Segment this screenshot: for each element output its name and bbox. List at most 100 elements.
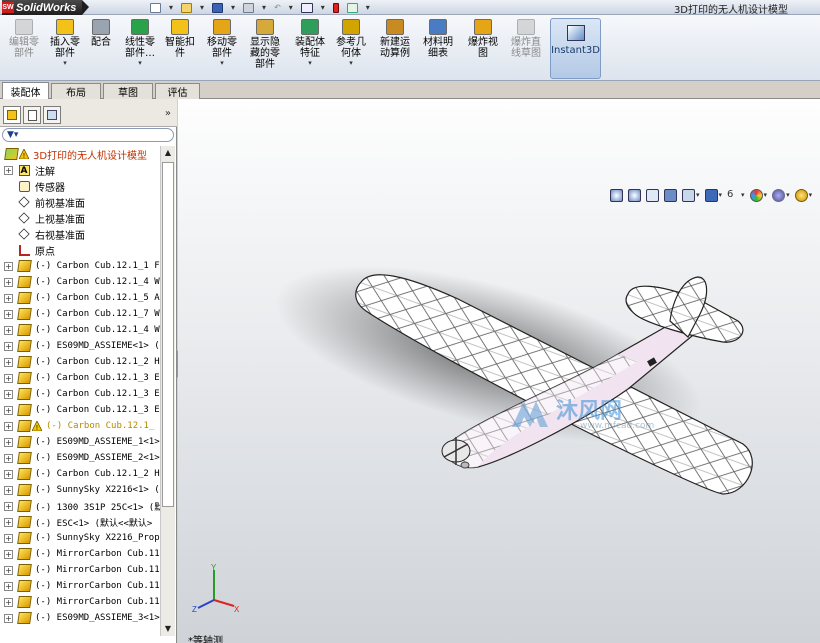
scroll-down-arrow-icon[interactable]: ▼ <box>162 622 174 636</box>
expand-toggle-icon[interactable]: + <box>4 325 13 335</box>
display-style-dropdown-icon[interactable]: ▾ <box>719 191 723 199</box>
scrollbar-thumb[interactable] <box>162 162 174 507</box>
linear-pattern-dropdown-icon[interactable]: ▾ <box>138 59 142 67</box>
expand-toggle-icon[interactable]: + <box>4 469 13 479</box>
tree-item[interactable]: + (-) Carbon Cub.12.1_2 H <box>0 466 160 482</box>
tree-item[interactable]: + (-) Carbon Cub.12.1_2 H <box>0 354 160 370</box>
insert-components-button[interactable]: 插入零 部件 ▾ <box>46 19 84 79</box>
tree-item[interactable]: + (-) MirrorCarbon Cub.11 <box>0 562 160 578</box>
hide-show-dropdown-icon[interactable]: ▾ <box>741 191 745 199</box>
smart-fasteners-button[interactable]: 智能扣 件 <box>161 19 199 79</box>
expand-toggle-icon[interactable]: + <box>4 277 13 287</box>
expand-toggle-icon[interactable]: + <box>4 405 13 415</box>
tree-item[interactable]: + (-) MirrorCarbon Cub.11 <box>0 546 160 562</box>
expand-toggle-icon[interactable]: + <box>4 549 13 559</box>
open-dropdown-icon[interactable]: ▾ <box>200 3 204 12</box>
solidworks-logo[interactable]: SW SolidWorks <box>2 0 90 15</box>
tree-item[interactable]: 传感器 <box>0 178 160 194</box>
expand-toggle-icon[interactable]: + <box>4 165 13 175</box>
tree-item[interactable]: + (-) ESC<1> (默认<<默认> <box>0 514 160 530</box>
section-view-icon[interactable] <box>664 188 677 202</box>
print-dropdown-icon[interactable]: ▾ <box>262 3 266 12</box>
move-component-dropdown-icon[interactable]: ▾ <box>220 59 224 67</box>
reference-geometry-dropdown-icon[interactable]: ▾ <box>349 59 353 67</box>
view-orientation-icon[interactable] <box>682 188 695 202</box>
options-dropdown-icon[interactable]: ▾ <box>366 3 370 12</box>
expand-toggle-icon[interactable]: + <box>4 597 13 607</box>
tree-item[interactable]: + (-) Carbon Cub.12.1_5 A <box>0 290 160 306</box>
tree-item[interactable]: + (-) Carbon Cub.12.1_4 W <box>0 274 160 290</box>
tree-item[interactable]: 前视基准面 <box>0 194 160 210</box>
display-style-icon[interactable] <box>704 188 718 202</box>
options-icon[interactable] <box>346 2 358 13</box>
insert-components-dropdown-icon[interactable]: ▾ <box>63 59 67 67</box>
expand-toggle-icon[interactable]: + <box>4 261 13 271</box>
tree-item[interactable]: + (-) Carbon Cub.12.1_4 W <box>0 322 160 338</box>
reference-geometry-button[interactable]: 参考几 何体 ▾ <box>332 19 370 79</box>
expand-toggle-icon[interactable]: + <box>4 341 13 351</box>
explode-line-sketch-button[interactable]: 爆炸直 线草图 <box>505 19 547 79</box>
expand-toggle-icon[interactable]: + <box>4 565 13 575</box>
tree-item[interactable]: + (-) MirrorCarbon Cub.11 <box>0 578 160 594</box>
expand-toggle-icon[interactable]: + <box>4 293 13 303</box>
assembly-features-button[interactable]: 装配体 特征 ▾ <box>289 19 331 79</box>
expand-toggle-icon[interactable]: + <box>4 309 13 319</box>
expand-toggle-icon[interactable]: + <box>4 389 13 399</box>
hide-show-items-icon[interactable]: 6 <box>727 189 740 202</box>
view-orientation-dropdown-icon[interactable]: ▾ <box>696 191 700 199</box>
expand-toggle-icon[interactable]: + <box>4 533 13 543</box>
tree-scrollbar[interactable]: ▲ ▼ <box>160 146 175 636</box>
new-document-icon[interactable] <box>150 2 161 13</box>
tree-item[interactable]: + (-) Carbon Cub.12.1_1 F <box>0 258 160 274</box>
undo-icon[interactable]: ↶ <box>274 3 281 12</box>
expand-toggle-icon[interactable]: + <box>4 501 13 511</box>
tree-item[interactable]: + (-) SunnySky X2216_Prop <box>0 530 160 546</box>
bill-of-materials-button[interactable]: 材料明 细表 <box>419 19 457 79</box>
edit-component-button[interactable]: 编辑零 部件 <box>4 19 44 79</box>
mate-button[interactable]: 配合 <box>88 19 114 79</box>
tree-item[interactable]: + (-) Carbon Cub.12.1_3 E <box>0 386 160 402</box>
select-dropdown-icon[interactable]: ▾ <box>321 3 325 12</box>
open-folder-icon[interactable] <box>181 2 193 13</box>
tree-item[interactable]: + (-) Carbon Cub.12.1_3 E <box>0 402 160 418</box>
scene-dropdown-icon[interactable]: ▾ <box>786 191 790 199</box>
tab-evaluate[interactable]: 评估 <box>155 83 200 99</box>
tree-item[interactable]: + (-) SunnySky X2216<1> ( <box>0 482 160 498</box>
expand-toggle-icon[interactable]: + <box>4 581 13 591</box>
expand-toggle-icon[interactable]: + <box>4 421 13 431</box>
apply-scene-icon[interactable] <box>772 188 786 202</box>
scroll-up-arrow-icon[interactable]: ▲ <box>162 146 174 160</box>
tab-assembly[interactable]: 装配体 <box>2 82 49 100</box>
tree-item[interactable]: + A 注解 <box>0 162 160 178</box>
view-settings-icon[interactable] <box>794 188 808 202</box>
show-hidden-components-button[interactable]: 显示隐 藏的零 部件 <box>245 19 285 79</box>
exploded-view-button[interactable]: 爆炸视 图 <box>462 19 504 79</box>
save-icon[interactable] <box>212 2 224 13</box>
undo-dropdown-icon[interactable]: ▾ <box>289 3 293 12</box>
panel-expand-chevron-icon[interactable]: » <box>165 108 171 119</box>
expand-toggle-icon[interactable]: + <box>4 453 13 463</box>
tab-layout[interactable]: 布局 <box>51 83 101 99</box>
edit-appearance-icon[interactable] <box>749 188 763 202</box>
new-dropdown-icon[interactable]: ▾ <box>169 3 173 12</box>
graphics-area[interactable]: ▾ ▾ 6 ▾ ▾ ▾ ▾ 沐风网 www.mfcad.com Y X Z *等轴… <box>178 99 820 643</box>
expand-toggle-icon[interactable]: + <box>4 485 13 495</box>
expand-toggle-icon[interactable]: + <box>4 357 13 367</box>
tree-item[interactable]: + (-) MirrorCarbon Cub.11 <box>0 594 160 610</box>
tree-item[interactable]: 原点 <box>0 242 160 258</box>
tree-item[interactable]: 右视基准面 <box>0 226 160 242</box>
assembly-features-dropdown-icon[interactable]: ▾ <box>308 59 312 67</box>
appearance-dropdown-icon[interactable]: ▾ <box>764 191 768 199</box>
tab-sketch[interactable]: 草图 <box>103 83 153 99</box>
tree-item[interactable]: + (-) Carbon Cub.12.1_3 E <box>0 370 160 386</box>
view-settings-dropdown-icon[interactable]: ▾ <box>809 191 813 199</box>
feature-tree-tab-icon[interactable] <box>3 106 21 124</box>
tree-item[interactable]: +! (-) Carbon Cub.12.1_ <box>0 418 160 434</box>
print-icon[interactable] <box>243 2 255 13</box>
zoom-to-area-icon[interactable] <box>628 188 641 202</box>
expand-toggle-icon[interactable]: + <box>4 517 13 527</box>
linear-pattern-button[interactable]: 线性零 部件… ▾ <box>118 19 162 79</box>
new-motion-study-button[interactable]: 新建运 动算例 <box>375 19 415 79</box>
tree-item[interactable]: + (-) ES09MD_ASSIEME_3<1> <box>0 610 160 626</box>
expand-toggle-icon[interactable]: + <box>4 437 13 447</box>
